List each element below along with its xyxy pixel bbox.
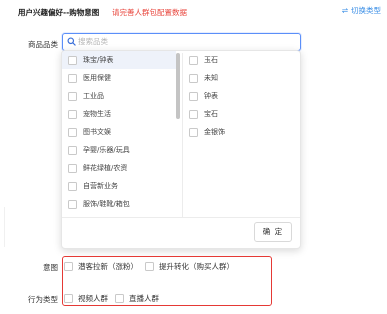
list-item[interactable]: 金银饰	[183, 123, 299, 141]
checkbox[interactable]	[64, 262, 73, 271]
checkbox[interactable]	[189, 109, 198, 119]
list-item[interactable]: 图书文娱	[62, 123, 176, 141]
footer-divider	[62, 217, 300, 218]
header: 用户兴趣偏好--购物意图 请完善人群包配置数据 ⇌ 切换类型	[0, 0, 387, 22]
list-item[interactable]: 服饰/鞋靴/箱包	[62, 195, 176, 213]
list-item[interactable]: 钟表	[183, 87, 299, 105]
list-item[interactable]: 宝石	[183, 105, 299, 123]
checkbox[interactable]	[115, 294, 124, 303]
checkbox[interactable]	[68, 163, 77, 173]
confirm-button[interactable]: 确 定	[254, 222, 292, 242]
checkbox[interactable]	[189, 91, 198, 101]
checkbox[interactable]	[145, 262, 154, 271]
category-search[interactable]	[62, 33, 301, 51]
intent-option-acquire[interactable]: 潜客拉新（涨粉）	[64, 261, 138, 272]
intent-option-convert[interactable]: 提升转化（购买人群）	[145, 261, 234, 272]
checkbox[interactable]	[68, 127, 77, 137]
behavior-option-live[interactable]: 直播人群	[115, 293, 159, 304]
search-input[interactable]	[78, 35, 288, 48]
behavior-type-label: 行为类型	[28, 295, 58, 304]
checkbox[interactable]	[68, 181, 77, 191]
checkbox[interactable]	[68, 109, 77, 119]
checkbox[interactable]	[68, 199, 77, 209]
scrollbar[interactable]	[176, 53, 180, 119]
warning-text: 请完善人群包配置数据	[112, 8, 187, 17]
switch-type-label: 切换类型	[351, 6, 381, 15]
checkbox[interactable]	[189, 55, 198, 65]
checkbox[interactable]	[68, 73, 77, 83]
list-item[interactable]: 玉石	[183, 51, 299, 69]
checkbox[interactable]	[189, 73, 198, 83]
checkbox[interactable]	[68, 55, 77, 65]
checkbox[interactable]	[68, 145, 77, 155]
list-item[interactable]: 珠宝/钟表	[62, 51, 176, 69]
checkbox[interactable]	[64, 294, 73, 303]
checkbox[interactable]	[189, 127, 198, 137]
checkbox[interactable]	[68, 91, 77, 101]
list-item[interactable]: 鲜花绿植/农资	[62, 159, 176, 177]
category-column-2: 玉石 未知 钟表 宝石 金银饰	[183, 51, 299, 141]
left-edge-divider	[0, 207, 5, 247]
list-item[interactable]: 未知	[183, 69, 299, 87]
swap-icon: ⇌	[341, 6, 348, 15]
list-item[interactable]: 自营新业务	[62, 177, 176, 195]
category-column-1: 珠宝/钟表 医用保健 工业品 宠物生活 图书文娱 孕婴/乐器/玩具 鲜花绿植/农…	[62, 51, 176, 217]
list-item[interactable]: 宠物生活	[62, 105, 176, 123]
list-item[interactable]: 医用保健	[62, 69, 176, 87]
list-item[interactable]: 工业品	[62, 87, 176, 105]
intent-label: 意图	[43, 263, 58, 272]
category-label: 商品品类	[28, 40, 58, 49]
page-title: 用户兴趣偏好--购物意图	[18, 8, 100, 17]
switch-type-button[interactable]: ⇌ 切换类型	[342, 5, 381, 16]
search-icon	[67, 37, 76, 46]
list-item[interactable]: 孕婴/乐器/玩具	[62, 141, 176, 159]
behavior-option-video[interactable]: 视频人群	[64, 293, 108, 304]
category-dropdown: 珠宝/钟表 医用保健 工业品 宠物生活 图书文娱 孕婴/乐器/玩具 鲜花绿植/农…	[61, 50, 301, 249]
